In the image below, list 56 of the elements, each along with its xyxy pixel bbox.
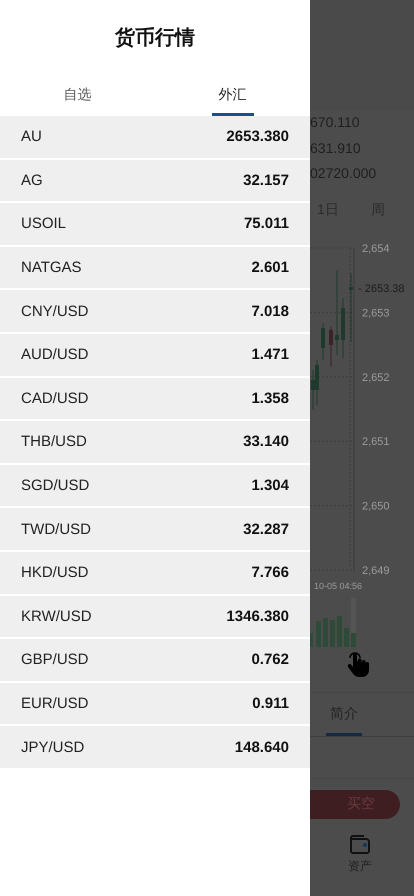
price-value: 7.766 (251, 564, 289, 582)
quote-row[interactable]: AUD/USD 1.471 (0, 334, 310, 378)
price-value: 1.304 (251, 477, 289, 494)
quote-row[interactable]: CAD/USD 1.358 (0, 378, 310, 422)
quote-row[interactable]: NATGAS 2.601 (0, 246, 310, 290)
price-axis-label: 2,649 (362, 565, 390, 577)
symbol-label: USOIL (21, 215, 66, 232)
symbol-label: NATGAS (21, 259, 82, 276)
price-value: 32.157 (243, 172, 289, 189)
price-value: 32.287 (243, 520, 289, 538)
symbol-label: KRW/USD (21, 608, 92, 625)
price-value: 0.762 (251, 651, 289, 668)
quote-row[interactable]: EUR/USD 0.911 (0, 682, 310, 726)
symbol-label: AUD/USD (21, 346, 89, 364)
price-axis-label: 2,652 (362, 372, 390, 384)
symbol-label: THB/USD (21, 433, 87, 450)
quote-row[interactable]: KRW/USD 1346.380 (0, 596, 310, 640)
price-value: 1.471 (251, 346, 289, 364)
symbol-label: TWD/USD (21, 520, 91, 538)
quote-row[interactable]: JPY/USD 148.640 (0, 726, 310, 770)
price-axis-label: 2,650 (362, 500, 390, 513)
quote-row[interactable]: HKD/USD 7.766 (0, 552, 310, 596)
price-value: 148.640 (234, 738, 289, 756)
price-axis-label: 2,653 (362, 307, 390, 320)
wallet-icon[interactable] (349, 835, 371, 855)
symbol-label: SGD/USD (21, 477, 90, 494)
symbol-label: CAD/USD (21, 390, 89, 407)
symbol-label: GBP/USD (21, 651, 89, 668)
price-axis-label: 2,654 (362, 243, 390, 255)
price-value: 2653.380 (226, 128, 289, 146)
symbol-label: EUR/USD (21, 695, 89, 712)
quote-row[interactable]: TWD/USD 32.287 (0, 508, 310, 552)
hand-pointer-icon (346, 650, 370, 678)
quote-row[interactable]: CNY/USD 7.018 (0, 290, 310, 334)
price-value: 7.018 (251, 302, 289, 320)
price-value: 75.011 (244, 215, 289, 232)
price-value: 33.140 (243, 433, 289, 450)
quote-row[interactable]: USOIL 75.011 (0, 203, 310, 247)
price-value: 2.601 (251, 259, 289, 276)
price-value: 1346.380 (226, 608, 289, 625)
price-value: 0.911 (252, 695, 289, 712)
symbol-label: JPY/USD (21, 738, 84, 756)
symbol-label: AU (21, 128, 42, 146)
tab[interactable]: 自选 (56, 74, 98, 116)
quote-row[interactable]: AG 32.157 (0, 160, 310, 204)
time-axis-label: 10-05 04:56 (314, 581, 362, 591)
quote-row[interactable]: AU 2653.380 (0, 116, 310, 160)
quote-row[interactable]: THB/USD 33.140 (0, 421, 310, 465)
symbol-label: HKD/USD (21, 564, 89, 582)
symbol-label: CNY/USD (21, 302, 89, 320)
quote-row[interactable]: SGD/USD 1.304 (0, 464, 310, 508)
price-axis-label: 2,651 (362, 436, 390, 448)
symbol-label: AG (21, 172, 43, 189)
drawer-title: 货币行情 (114, 26, 196, 50)
price-value: 1.358 (251, 390, 289, 407)
quote-row[interactable]: GBP/USD 0.762 (0, 639, 310, 683)
